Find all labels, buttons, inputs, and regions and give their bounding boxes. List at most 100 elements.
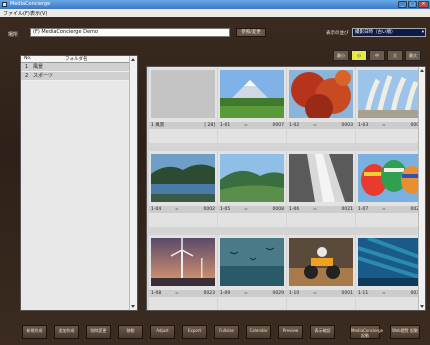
minimize-button[interactable]: _ [398,1,407,8]
photo-thumbnail-cell[interactable]: 1-10 = 0001 [287,235,355,310]
folder-list-header: No. フォルダ名 [21,56,130,63]
sort-value: 撮影日時（古い順） [355,30,396,35]
size-button-medium[interactable]: 中 [369,50,385,61]
photo-id: 0001 [341,291,353,296]
photo-thumbnail-cell[interactable]: 1-06 = 0021 [287,151,355,227]
export-button[interactable]: Export [182,325,207,339]
lake-forest-photo-icon [151,154,215,202]
main-area: 場所 (F) MediaConcierge Demo 参照/変更 表示の並び 撮… [0,17,430,345]
folder-row-name: 風景 [33,64,44,70]
folder-count: [ 28] [204,123,215,128]
confirm-button[interactable]: 表示確認 [310,325,335,339]
scroll-down-icon[interactable] [131,305,135,308]
move-button[interactable]: 移動 [118,325,143,339]
photo-index: 1-04 [151,207,162,212]
photo-caption: 1-03 = 0004 [356,122,424,129]
motocross-photo-icon [289,238,353,286]
photo-caption: 1-06 = 0021 [287,206,355,213]
size-button-small[interactable]: 小 [351,50,367,61]
close-button[interactable]: × [418,1,429,8]
size-button-smallest[interactable]: 最小 [333,50,349,61]
sort-select[interactable]: 撮影日時（古い順） ▾ [352,28,426,37]
photo-thumbnail-cell[interactable]: 1-11 = 0030 [356,235,424,310]
underwater-photo-icon [358,238,422,286]
folder-name: 1 風景 [151,123,165,128]
adjust-button[interactable]: Adjust [150,325,175,339]
size-button-largest[interactable]: 最大 [405,50,421,61]
photo-sep: = [313,291,317,296]
photo-sep: = [244,291,248,296]
header-no: No. [24,56,32,61]
photo-caption: 1-04 = 0002 [149,206,217,213]
photo-index: 1-11 [358,291,369,296]
menu-view[interactable]: 表示(V) [30,10,47,17]
photo-thumbnail-cell[interactable]: 1-09 = 0029 [218,235,286,310]
folder-row-no: 2 [25,73,29,79]
photo-sep: = [313,123,317,128]
path-input[interactable]: (F) MediaConcierge Demo [30,28,230,37]
photo-index: 1-03 [358,123,369,128]
folder-row[interactable]: 2 スポーツ [21,72,130,81]
photo-index: 1-01 [220,123,231,128]
folder-list-scrollbar[interactable] [129,56,137,310]
folder-row[interactable]: 1 風景 [21,63,130,72]
waterfall-photo-icon [289,154,353,202]
photo-caption: 1-10 = 0001 [287,290,355,297]
menu-file[interactable]: ファイル(F) [3,10,30,17]
add-button[interactable]: 追加作成 [54,325,79,339]
photo-thumbnail-cell[interactable]: 1-04 = 0002 [149,151,217,227]
grid-scrollbar[interactable] [418,67,425,310]
maximize-button[interactable]: □ [408,1,417,8]
scroll-up-icon[interactable] [131,58,135,61]
photo-index: 1-02 [289,123,300,128]
new-button[interactable]: 新規作成 [22,325,47,339]
photo-index: 1-06 [289,207,300,212]
folder-row-no: 1 [25,64,29,70]
photo-caption: 1-09 = 0029 [218,290,286,297]
folder-thumbnail-cell[interactable]: 1 風景 [ 28] [149,67,217,143]
title-bar: MediaConcierge _ □ × [0,0,430,9]
photo-sep: = [382,123,386,128]
scroll-up-icon[interactable] [420,69,424,72]
photo-thumbnail-cell[interactable]: 1-05 = 0008 [218,151,286,227]
photo-id: 0008 [272,207,284,212]
scroll-down-icon[interactable] [420,305,424,308]
folder-thumbnail [151,70,215,118]
photo-thumbnail-cell[interactable]: 1-07 = 0022 [356,151,424,227]
photo-caption: 1-01 = 0007 [218,122,286,129]
photo-id: 0029 [272,291,284,296]
size-button-large[interactable]: 大 [387,50,403,61]
balloons-photo-icon [358,154,422,202]
folder-list: No. フォルダ名 1 風景 2 スポーツ [20,55,138,311]
browse-button[interactable]: 参照/変更 [236,28,266,37]
wind-turbine-photo-icon [151,238,215,286]
birds-sea-photo-icon [220,238,284,286]
launch-web-button[interactable]: Web閲覧 起動 [390,325,420,339]
photo-index: 1-10 [289,291,300,296]
hills-photo-icon [220,154,284,202]
app-icon [2,2,7,7]
launch-mediaconcierge-button[interactable]: MediaConcierge 起動 [350,325,383,339]
photo-index: 1-05 [220,207,231,212]
photo-thumbnail-cell[interactable]: 1-02 = 0003 [287,67,355,143]
autumn-leaves-photo-icon [289,70,353,118]
photo-thumbnail-cell[interactable]: 1-01 = 0007 [218,67,286,143]
photo-caption: 1-05 = 0008 [218,206,286,213]
calendar-button[interactable]: Calendar [246,325,271,339]
photo-sep: = [175,207,179,212]
fullsize-button[interactable]: Fullsize [214,325,239,339]
photo-sep: = [175,291,179,296]
photo-sep: = [313,207,317,212]
photo-index: 1-09 [220,291,231,296]
photo-thumbnail-cell[interactable]: 1-03 = 0004 [356,67,424,143]
edit-button[interactable]: 削除変更 [86,325,111,339]
chevron-down-icon: ▾ [421,30,424,35]
thumbnail-grid: 1 風景 [ 28] 1-01 = 0007 1-02 = 0003 1-03 … [146,66,426,311]
pampas-grass-photo-icon [358,70,422,118]
photo-thumbnail-cell[interactable]: 1-08 = 0023 [149,235,217,310]
photo-id: 0003 [341,123,353,128]
photo-sep: = [382,291,386,296]
photo-sep: = [382,207,386,212]
header-name: フォルダ名 [65,57,88,62]
preview-button[interactable]: Preview [278,325,303,339]
